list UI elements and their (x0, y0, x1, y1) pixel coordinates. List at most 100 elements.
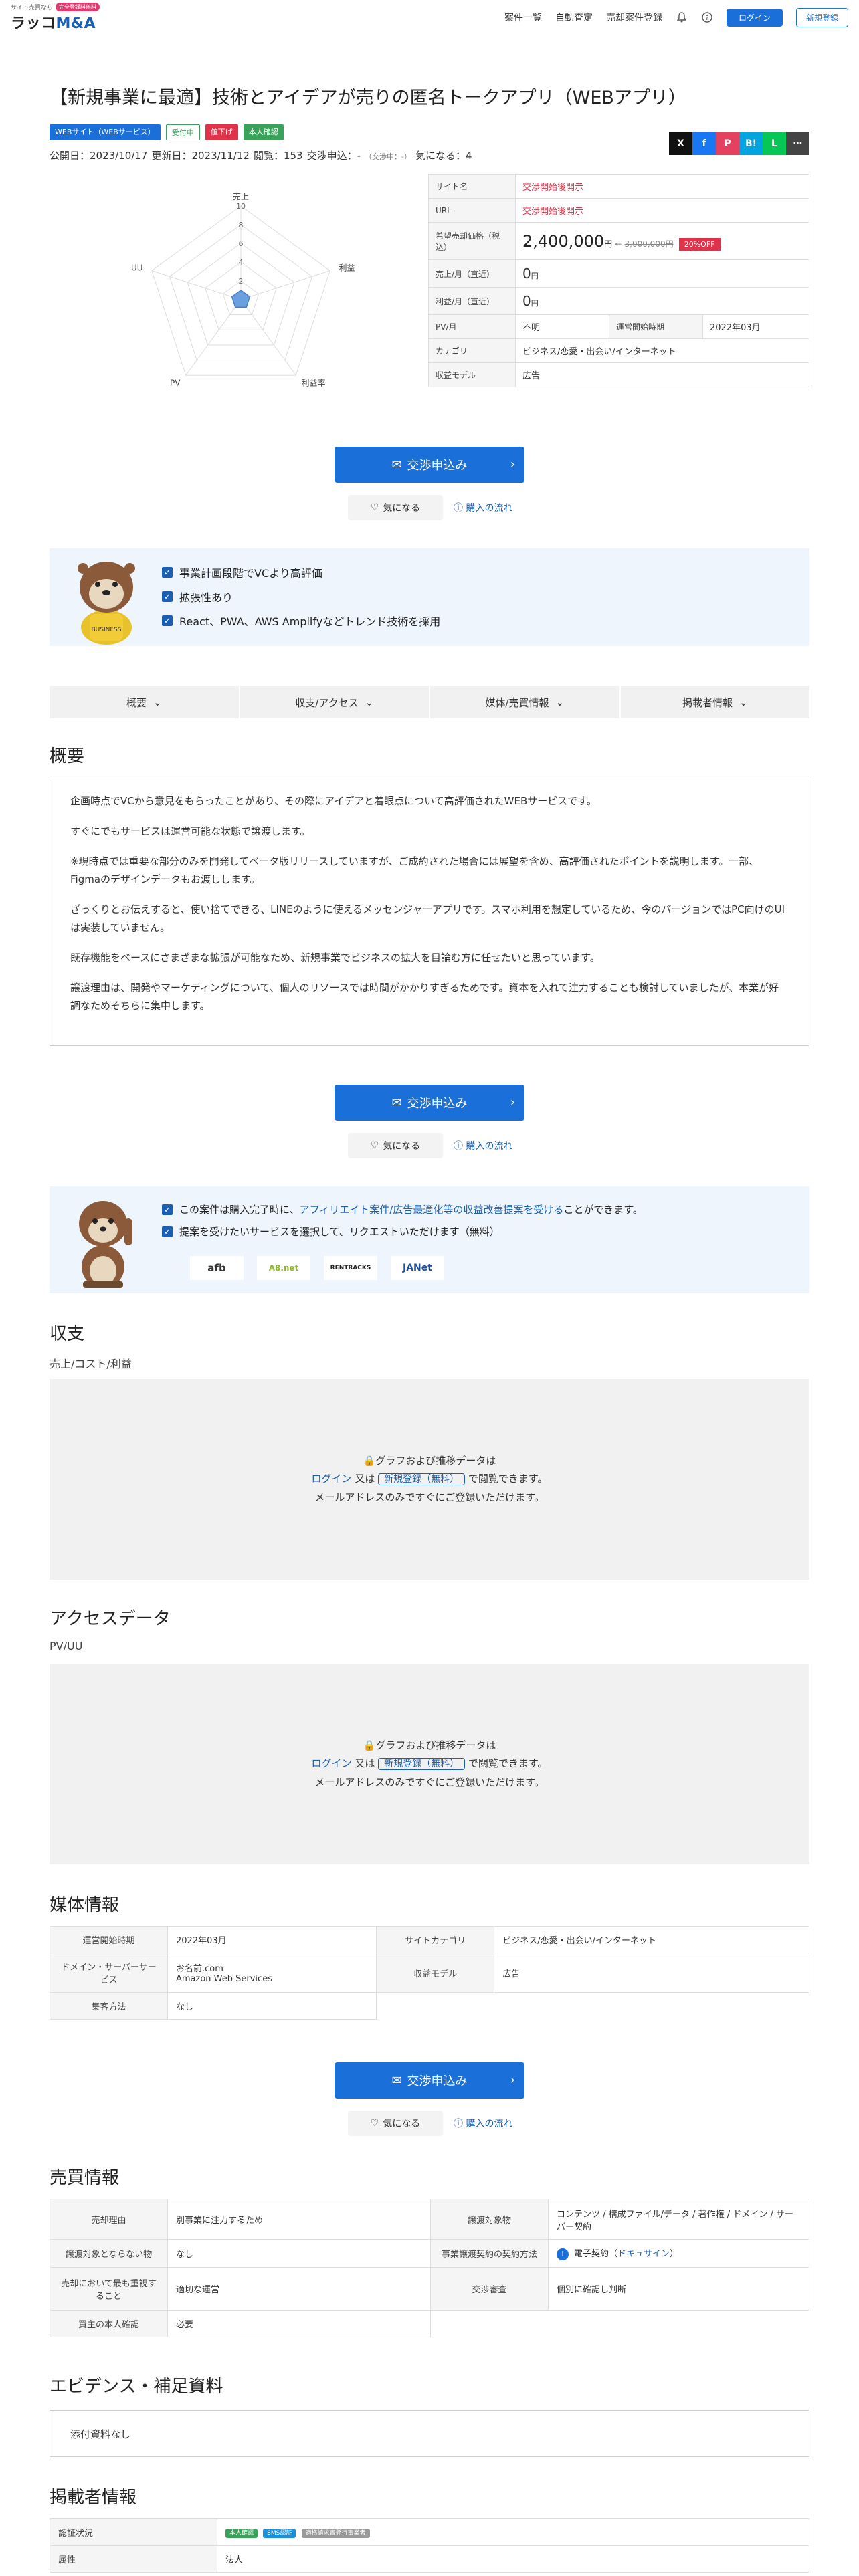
overview-heading: 概要 (50, 746, 85, 766)
more-share-icon[interactable]: ⋯ (786, 132, 809, 155)
info-icon[interactable]: i (557, 2248, 569, 2260)
pocket-share-icon[interactable]: P (716, 132, 739, 155)
table-row: 譲渡対象とならない物 なし 事業譲渡契約の契約方法 i 電子契約（ドキュサイン） (50, 2239, 809, 2268)
favorite-button[interactable]: ♡ 気になる (348, 495, 443, 520)
tab-overview[interactable]: 概要 ⌄ (50, 686, 239, 718)
negotiate-button-3[interactable]: ✉ 交渉申込み › (335, 2062, 524, 2099)
favorite-button-3[interactable]: ♡ 気になる (348, 2111, 443, 2136)
label-verification: 認証状況 (50, 2518, 217, 2546)
row-site-name: サイト名 交渉開始後開示 (428, 174, 809, 199)
purchase-flow-link-2[interactable]: ⓘ 購入の流れ (454, 1139, 512, 1152)
listing-tags: WEBサイト（WEBサービス） 受付中 値下げ 本人確認 (50, 124, 284, 140)
cta-sub-row-2: ♡ 気になる ⓘ 購入の流れ (348, 1133, 512, 1158)
overview-paragraph: 企画時点でVCから意見をもらったことがあり、その際にアイデアと着眼点について高評… (70, 795, 597, 807)
value-negotiation-review: 個別に確認し判断 (548, 2267, 809, 2311)
tab-label: 媒体/売買情報 (485, 696, 549, 709)
value-excluded-items: なし (167, 2239, 431, 2268)
a8-logo[interactable]: A8.net (257, 1256, 310, 1280)
radar-axis-line (185, 299, 242, 376)
locked-login-link[interactable]: ログイン (312, 1757, 352, 1769)
value-profit: 0円 (515, 287, 809, 315)
value-pv: 不明 (515, 314, 609, 339)
nav-listings[interactable]: 案件一覧 (504, 11, 542, 24)
hatena-share-icon[interactable]: B! (739, 132, 763, 155)
meta-updated: 更新日：2023/11/12 (151, 150, 250, 162)
seller-table: 認証状況 本人確認 SMS認証 適格請求書発行事業者 属性 法人 (50, 2518, 809, 2573)
badge-identity: 本人確認 (225, 2529, 258, 2538)
line-share-icon[interactable]: L (763, 132, 786, 155)
table-row: 集客方法 なし (50, 1992, 809, 2020)
signup-button[interactable]: 新規登録 (795, 7, 848, 27)
afb-logo[interactable]: afb (190, 1256, 244, 1280)
badge-invoice: 適格請求書発行事業者 (301, 2529, 370, 2538)
affiliate-proposal-link[interactable]: アフィリエイト案件/広告最適化等の収益改善提案を受ける (300, 1204, 564, 1216)
cta-sub-row-3: ♡ 気になる ⓘ 購入の流れ (348, 2111, 512, 2136)
highlight-text: React、PWA、AWS Amplifyなどトレンド技術を採用 (179, 615, 441, 628)
x-share-icon[interactable]: X (669, 132, 692, 155)
locked-signup-link[interactable]: 新規登録（無料） (378, 1473, 466, 1486)
negotiate-button-2[interactable]: ✉ 交渉申込み › (335, 1085, 524, 1121)
bell-icon[interactable] (676, 11, 688, 23)
site-header: サイト売買なら 完全登録料無料 ラッコM&A 案件一覧 自動査定 売却案件登録 … (0, 0, 859, 35)
value-start-date: 2022年03月 (702, 314, 809, 339)
nav-auto-appraisal[interactable]: 自動査定 (555, 11, 593, 24)
profit-number: 0 (522, 293, 531, 309)
radar-tick-label: 2 (239, 277, 244, 286)
value-domain-server: お名前.com Amazon Web Services (167, 1953, 377, 1993)
login-button[interactable]: ログイン (726, 8, 783, 27)
tag-verified: 本人確認 (243, 124, 284, 140)
tab-seller[interactable]: 掲載者情報 ⌄ (620, 686, 809, 718)
check-icon: ✓ (162, 1226, 173, 1237)
listing-meta: 公開日：2023/10/17 更新日：2023/11/12 閲覧：153 交渉申… (50, 148, 472, 163)
radar-axis-label: UU (131, 263, 143, 272)
locked-line-2: ログイン 又は 新規登録（無料） で閲覧できます。 (312, 1755, 547, 1773)
purchase-flow-label: 購入の流れ (466, 503, 513, 514)
docusign-link[interactable]: ドキュサイン (617, 2249, 670, 2259)
label-revenue-model: 収益モデル (428, 362, 516, 387)
value-contract-method: i 電子契約（ドキュサイン） (548, 2239, 809, 2268)
locked-line-1: 🔒グラフおよび推移データは (363, 1452, 496, 1470)
table-row: 売却理由 別事業に注力するため 譲渡対象物 コンテンツ / 構成ファイル/データ… (50, 2199, 809, 2240)
tab-media-deal[interactable]: 媒体/売買情報 ⌄ (430, 686, 619, 718)
facebook-share-icon[interactable]: f (692, 132, 716, 155)
radar-tick-label: 8 (239, 221, 244, 229)
purchase-flow-link-3[interactable]: ⓘ 購入の流れ (454, 2117, 512, 2130)
deal-heading: 売買情報 (50, 2168, 120, 2188)
question-icon[interactable]: ? (701, 11, 713, 23)
locked-text: グラフおよび推移データは (375, 1455, 496, 1467)
nav-register-sale[interactable]: 売却案件登録 (606, 11, 662, 24)
rentracks-logo[interactable]: RENTRACKS (324, 1256, 377, 1280)
tag-category[interactable]: WEBサイト（WEBサービス） (50, 124, 161, 140)
label-start-date: 運営開始時期 (609, 314, 703, 339)
locked-signup-link[interactable]: 新規登録（無料） (378, 1758, 466, 1771)
global-nav: 案件一覧 自動査定 売却案件登録 ? ログイン 新規登録 (504, 7, 848, 27)
site-logo[interactable]: サイト売買なら 完全登録料無料 ラッコM&A (11, 2, 100, 33)
blank-cell (431, 2311, 549, 2337)
tag-status: 受付中 (165, 124, 200, 140)
check-icon: ✓ (162, 615, 173, 626)
negotiate-button[interactable]: ✉ 交渉申込み › (335, 447, 524, 483)
janet-logo[interactable]: JANet (391, 1256, 444, 1280)
row-revenue-model: 収益モデル 広告 (428, 362, 809, 387)
check-icon: ✓ (162, 1204, 173, 1215)
label-acquisition: 集客方法 (50, 1992, 168, 2020)
value-url: 交渉開始後開示 (515, 198, 809, 223)
domain-service: お名前.com (176, 1964, 223, 1974)
negotiate-label: 交渉申込み (407, 459, 468, 473)
favorite-button-2[interactable]: ♡ 気になる (348, 1133, 443, 1158)
value-buyer-verification: 必要 (167, 2310, 431, 2337)
label-category: カテゴリ (428, 338, 516, 363)
radar-tick-label: 10 (236, 202, 246, 211)
tab-label: 収支/アクセス (295, 696, 359, 709)
purchase-flow-link[interactable]: ⓘ 購入の流れ (454, 501, 512, 514)
lock-icon: 🔒 (363, 1455, 376, 1467)
locked-login-link[interactable]: ログイン (312, 1473, 352, 1485)
locked-text-end: で閲覧できます。 (468, 1473, 548, 1485)
overview-paragraph: 既存機能をベースにさまざまな拡張が可能なため、新規事業でビジネスの拡大を目論む方… (70, 952, 600, 964)
radar-axis-label: PV (170, 379, 181, 388)
label-site-category: サイトカテゴリ (376, 1926, 495, 1953)
tab-finance-access[interactable]: 収支/アクセス ⌄ (240, 686, 429, 718)
label-priority: 売却において最も重視すること (50, 2267, 168, 2311)
negotiate-label: 交渉申込み (407, 1097, 468, 1111)
price-amount: 2,400,000円 (522, 232, 612, 251)
